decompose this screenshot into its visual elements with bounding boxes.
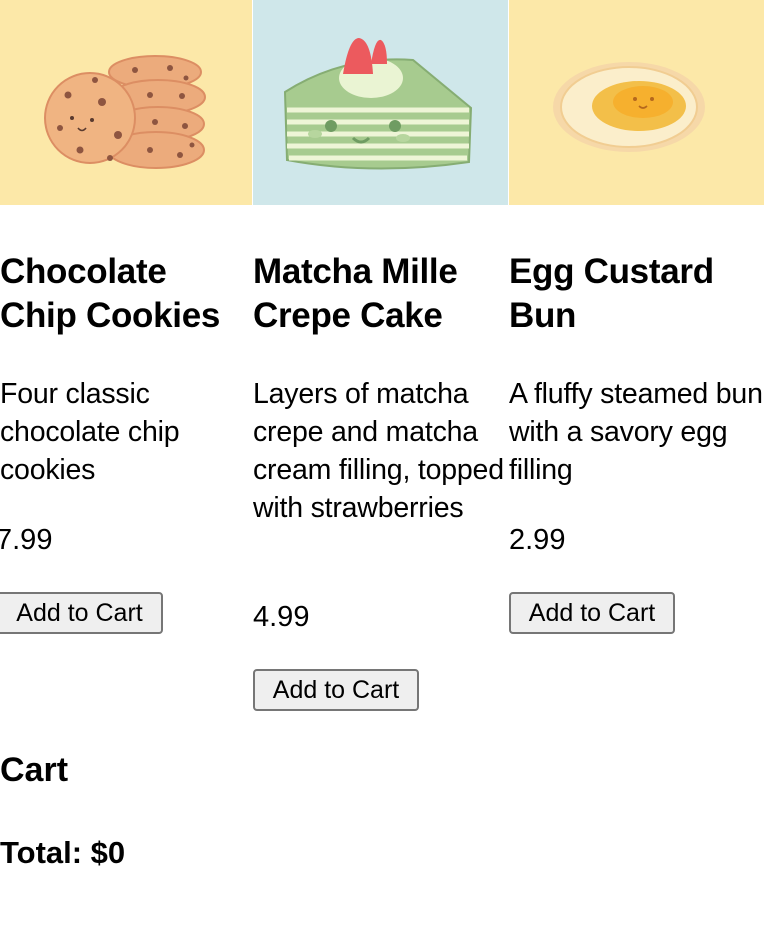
product-name: Egg Custard Bun [509, 252, 714, 335]
product-description: Layers of matcha crepe and matcha cream … [253, 378, 504, 524]
product-description: A fluffy steamed bun with a savory egg f… [509, 378, 763, 486]
product-description: Four classic chocolate chip cookies [0, 378, 180, 486]
product-price: 4.99 [253, 601, 310, 633]
add-to-cart-button[interactable]: Add to Cart [0, 592, 163, 634]
egg-custard-bun-image [509, 0, 764, 205]
product-price: 7.99 [0, 524, 53, 556]
cart-total: Total: $0 [0, 835, 126, 870]
add-to-cart-button[interactable]: Add to Cart [509, 592, 675, 634]
cart-title: Cart [0, 751, 69, 789]
product-price: 2.99 [509, 524, 566, 556]
matcha-mille-crepe-cake-image [253, 0, 508, 205]
chocolate-chip-cookies-image [0, 0, 252, 205]
add-to-cart-button[interactable]: Add to Cart [253, 669, 419, 711]
product-name: Chocolate Chip Cookies [0, 252, 221, 335]
product-name: Matcha Mille Crepe Cake [253, 252, 458, 335]
